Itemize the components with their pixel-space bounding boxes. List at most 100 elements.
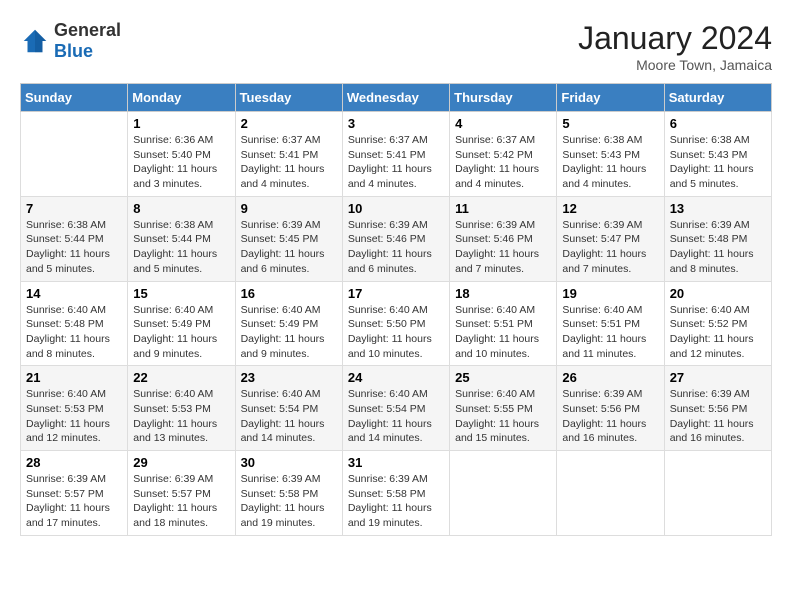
calendar-cell: 26 Sunrise: 6:39 AMSunset: 5:56 PMDayligh…	[557, 366, 664, 451]
day-detail: Sunrise: 6:39 AMSunset: 5:48 PMDaylight:…	[670, 218, 766, 277]
day-detail: Sunrise: 6:40 AMSunset: 5:54 PMDaylight:…	[348, 387, 444, 446]
location-subtitle: Moore Town, Jamaica	[578, 57, 772, 73]
day-detail: Sunrise: 6:39 AMSunset: 5:45 PMDaylight:…	[241, 218, 337, 277]
day-detail: Sunrise: 6:39 AMSunset: 5:47 PMDaylight:…	[562, 218, 658, 277]
day-number: 8	[133, 201, 229, 216]
calendar-cell	[664, 451, 771, 536]
day-detail: Sunrise: 6:40 AMSunset: 5:49 PMDaylight:…	[241, 303, 337, 362]
day-detail: Sunrise: 6:40 AMSunset: 5:53 PMDaylight:…	[133, 387, 229, 446]
day-number: 27	[670, 370, 766, 385]
calendar-cell: 30 Sunrise: 6:39 AMSunset: 5:58 PMDayligh…	[235, 451, 342, 536]
calendar-cell: 23 Sunrise: 6:40 AMSunset: 5:54 PMDayligh…	[235, 366, 342, 451]
calendar-cell: 29Sunrise: 6:39 AMSunset: 5:57 PMDayligh…	[128, 451, 235, 536]
day-of-week-header: Saturday	[664, 84, 771, 112]
day-number: 18	[455, 286, 551, 301]
calendar-table: SundayMondayTuesdayWednesdayThursdayFrid…	[20, 83, 772, 536]
day-number: 4	[455, 116, 551, 131]
day-number: 2	[241, 116, 337, 131]
day-number: 15	[133, 286, 229, 301]
calendar-cell: 10Sunrise: 6:39 AMSunset: 5:46 PMDayligh…	[342, 196, 449, 281]
calendar-cell: 27 Sunrise: 6:39 AMSunset: 5:56 PMDayligh…	[664, 366, 771, 451]
day-of-week-header: Sunday	[21, 84, 128, 112]
calendar-cell: 14Sunrise: 6:40 AMSunset: 5:48 PMDayligh…	[21, 281, 128, 366]
day-number: 3	[348, 116, 444, 131]
calendar-cell: 6 Sunrise: 6:38 AMSunset: 5:43 PMDaylight…	[664, 112, 771, 197]
logo-general: General	[54, 20, 121, 40]
day-detail: Sunrise: 6:39 AMSunset: 5:58 PMDaylight:…	[241, 472, 337, 531]
calendar-cell: 19 Sunrise: 6:40 AMSunset: 5:51 PMDayligh…	[557, 281, 664, 366]
day-detail: Sunrise: 6:38 AMSunset: 5:44 PMDaylight:…	[26, 218, 122, 277]
day-number: 29	[133, 455, 229, 470]
calendar-cell: 11 Sunrise: 6:39 AMSunset: 5:46 PMDayligh…	[450, 196, 557, 281]
calendar-cell: 18 Sunrise: 6:40 AMSunset: 5:51 PMDayligh…	[450, 281, 557, 366]
logo-blue: Blue	[54, 41, 93, 61]
calendar-cell: 7 Sunrise: 6:38 AMSunset: 5:44 PMDaylight…	[21, 196, 128, 281]
day-number: 22	[133, 370, 229, 385]
day-detail: Sunrise: 6:37 AMSunset: 5:41 PMDaylight:…	[348, 133, 444, 192]
day-detail: Sunrise: 6:38 AMSunset: 5:44 PMDaylight:…	[133, 218, 229, 277]
day-number: 30	[241, 455, 337, 470]
calendar-cell: 28Sunrise: 6:39 AMSunset: 5:57 PMDayligh…	[21, 451, 128, 536]
calendar-cell	[21, 112, 128, 197]
day-detail: Sunrise: 6:36 AMSunset: 5:40 PMDaylight:…	[133, 133, 229, 192]
title-block: January 2024 Moore Town, Jamaica	[578, 20, 772, 73]
day-detail: Sunrise: 6:40 AMSunset: 5:49 PMDaylight:…	[133, 303, 229, 362]
day-detail: Sunrise: 6:40 AMSunset: 5:54 PMDaylight:…	[241, 387, 337, 446]
day-number: 21	[26, 370, 122, 385]
calendar-cell: 9 Sunrise: 6:39 AMSunset: 5:45 PMDaylight…	[235, 196, 342, 281]
day-of-week-header: Wednesday	[342, 84, 449, 112]
calendar-cell: 17Sunrise: 6:40 AMSunset: 5:50 PMDayligh…	[342, 281, 449, 366]
calendar-cell: 21 Sunrise: 6:40 AMSunset: 5:53 PMDayligh…	[21, 366, 128, 451]
day-number: 31	[348, 455, 444, 470]
day-detail: Sunrise: 6:39 AMSunset: 5:56 PMDaylight:…	[670, 387, 766, 446]
calendar-cell: 13 Sunrise: 6:39 AMSunset: 5:48 PMDayligh…	[664, 196, 771, 281]
day-number: 24	[348, 370, 444, 385]
day-number: 9	[241, 201, 337, 216]
day-detail: Sunrise: 6:39 AMSunset: 5:56 PMDaylight:…	[562, 387, 658, 446]
calendar-cell	[450, 451, 557, 536]
day-number: 5	[562, 116, 658, 131]
calendar-cell: 1 Sunrise: 6:36 AMSunset: 5:40 PMDaylight…	[128, 112, 235, 197]
day-number: 28	[26, 455, 122, 470]
day-number: 23	[241, 370, 337, 385]
day-detail: Sunrise: 6:38 AMSunset: 5:43 PMDaylight:…	[670, 133, 766, 192]
day-detail: Sunrise: 6:40 AMSunset: 5:48 PMDaylight:…	[26, 303, 122, 362]
day-detail: Sunrise: 6:40 AMSunset: 5:50 PMDaylight:…	[348, 303, 444, 362]
day-detail: Sunrise: 6:40 AMSunset: 5:55 PMDaylight:…	[455, 387, 551, 446]
day-number: 6	[670, 116, 766, 131]
calendar-cell: 20 Sunrise: 6:40 AMSunset: 5:52 PMDayligh…	[664, 281, 771, 366]
day-number: 1	[133, 116, 229, 131]
day-number: 26	[562, 370, 658, 385]
day-detail: Sunrise: 6:37 AMSunset: 5:42 PMDaylight:…	[455, 133, 551, 192]
day-number: 12	[562, 201, 658, 216]
day-detail: Sunrise: 6:39 AMSunset: 5:46 PMDaylight:…	[455, 218, 551, 277]
calendar-cell: 4 Sunrise: 6:37 AMSunset: 5:42 PMDaylight…	[450, 112, 557, 197]
calendar-cell: 8 Sunrise: 6:38 AMSunset: 5:44 PMDaylight…	[128, 196, 235, 281]
day-number: 19	[562, 286, 658, 301]
logo-icon	[20, 26, 50, 56]
calendar-cell: 5 Sunrise: 6:38 AMSunset: 5:43 PMDaylight…	[557, 112, 664, 197]
month-year-title: January 2024	[578, 20, 772, 57]
calendar-cell: 12 Sunrise: 6:39 AMSunset: 5:47 PMDayligh…	[557, 196, 664, 281]
day-of-week-header: Monday	[128, 84, 235, 112]
day-number: 20	[670, 286, 766, 301]
day-of-week-header: Tuesday	[235, 84, 342, 112]
day-detail: Sunrise: 6:37 AMSunset: 5:41 PMDaylight:…	[241, 133, 337, 192]
day-detail: Sunrise: 6:40 AMSunset: 5:51 PMDaylight:…	[455, 303, 551, 362]
calendar-cell: 16Sunrise: 6:40 AMSunset: 5:49 PMDayligh…	[235, 281, 342, 366]
calendar-cell: 31Sunrise: 6:39 AMSunset: 5:58 PMDayligh…	[342, 451, 449, 536]
day-number: 7	[26, 201, 122, 216]
page-header: General Blue January 2024 Moore Town, Ja…	[20, 20, 772, 73]
calendar-cell	[557, 451, 664, 536]
day-number: 11	[455, 201, 551, 216]
day-detail: Sunrise: 6:40 AMSunset: 5:51 PMDaylight:…	[562, 303, 658, 362]
day-detail: Sunrise: 6:40 AMSunset: 5:53 PMDaylight:…	[26, 387, 122, 446]
calendar-cell: 15 Sunrise: 6:40 AMSunset: 5:49 PMDayligh…	[128, 281, 235, 366]
day-of-week-header: Thursday	[450, 84, 557, 112]
day-detail: Sunrise: 6:40 AMSunset: 5:52 PMDaylight:…	[670, 303, 766, 362]
calendar-cell: 25Sunrise: 6:40 AMSunset: 5:55 PMDayligh…	[450, 366, 557, 451]
calendar-cell: 22 Sunrise: 6:40 AMSunset: 5:53 PMDayligh…	[128, 366, 235, 451]
day-detail: Sunrise: 6:39 AMSunset: 5:46 PMDaylight:…	[348, 218, 444, 277]
day-detail: Sunrise: 6:38 AMSunset: 5:43 PMDaylight:…	[562, 133, 658, 192]
day-number: 13	[670, 201, 766, 216]
